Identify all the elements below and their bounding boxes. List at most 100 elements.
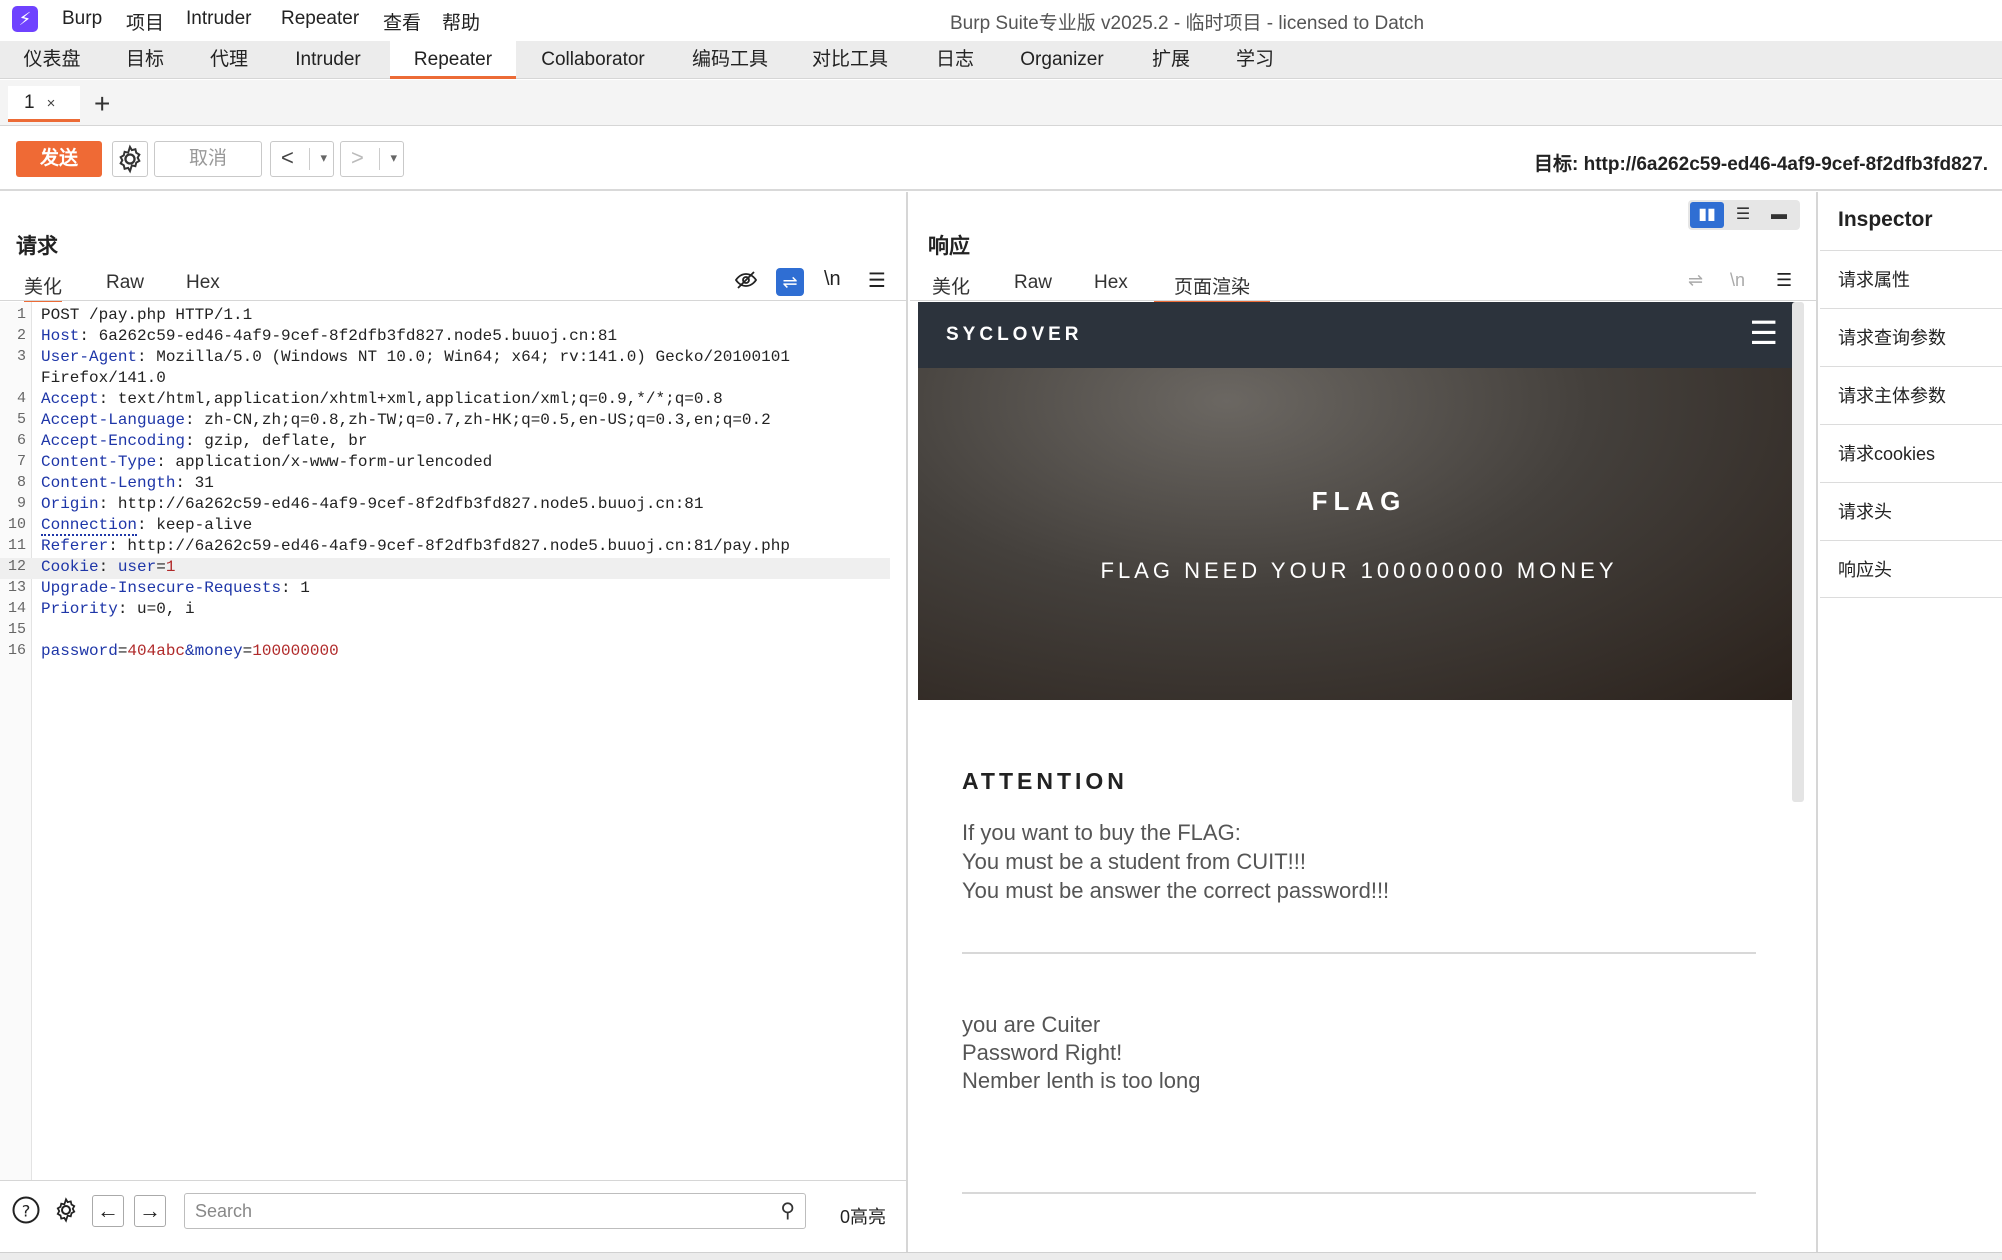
tab-repeater[interactable]: Repeater <box>390 41 516 79</box>
line-number: 5 <box>16 411 26 428</box>
inspector-body-params[interactable]: 请求主体参数 <box>1820 366 2002 424</box>
request-line[interactable]: 7 Content-Type: application/x-www-form-ur… <box>0 453 890 474</box>
inspector-request-headers[interactable]: 请求头 <box>1820 482 2002 540</box>
request-line[interactable]: 10 Connection: keep-alive <box>0 516 890 537</box>
header-name: Accept <box>41 390 99 408</box>
header-name: Accept-Encoding <box>41 432 186 450</box>
divider <box>962 952 1756 954</box>
request-line[interactable]: 1 POST /pay.php HTTP/1.1 <box>0 306 890 327</box>
body-param-eq: = <box>117 642 128 660</box>
help-icon[interactable]: ? <box>10 1195 42 1227</box>
title-bar: ⚡ Burp 项目 Intruder Repeater 查看 帮助 Burp S… <box>0 0 2002 39</box>
menu-project[interactable]: 项目 <box>126 8 164 35</box>
cookie-eq: = <box>156 558 166 576</box>
newline-icon[interactable]: \n <box>1730 270 1745 291</box>
gear-icon[interactable] <box>50 1195 82 1227</box>
tab-extensions[interactable]: 扩展 <box>1136 41 1206 79</box>
close-icon[interactable]: × <box>47 95 56 112</box>
settings-button[interactable] <box>112 141 148 177</box>
tab-comparer[interactable]: 对比工具 <box>800 41 900 79</box>
chevron-right-icon: > <box>351 145 364 170</box>
hamburger-icon[interactable]: ☰ <box>868 268 886 293</box>
request-line[interactable]: 12 Cookie: user=1 <box>0 558 890 579</box>
menu-help[interactable]: 帮助 <box>442 8 480 35</box>
single-pane-icon[interactable]: ▬ <box>1762 202 1796 228</box>
newline-icon[interactable]: \n <box>824 268 841 291</box>
menu-repeater[interactable]: Repeater <box>281 8 359 30</box>
line-number: 9 <box>16 495 26 512</box>
request-line[interactable]: 16 password=404abc&money=100000000 <box>0 642 890 663</box>
tab-organizer[interactable]: Organizer <box>1006 41 1118 79</box>
header-value: 6a262c59-ed46-4af9-9cef-8f2dfb3fd827.nod… <box>98 327 618 345</box>
menu-intruder[interactable]: Intruder <box>186 8 251 30</box>
menu-view[interactable]: 查看 <box>383 8 421 35</box>
line-content: User-Agent: Mozilla/5.0 (Windows NT 10.0… <box>41 348 790 366</box>
forward-button[interactable]: > ▾ <box>340 141 404 177</box>
request-line[interactable]: 15 <box>0 621 890 642</box>
chevron-down-icon[interactable]: ▾ <box>320 142 327 174</box>
arrow-right-icon[interactable]: → <box>134 1195 166 1227</box>
request-editor[interactable]: 1 POST /pay.php HTTP/1.1 2 Host: 6a262c59-e… <box>0 302 906 1180</box>
tab-learn[interactable]: 学习 <box>1220 41 1290 79</box>
tab-logger[interactable]: 日志 <box>920 41 990 79</box>
repeater-tabs: 1 × + <box>0 80 2002 126</box>
header-name: Origin <box>41 495 99 513</box>
cancel-button[interactable]: 取消 <box>154 141 262 177</box>
request-line[interactable]: 4 Accept: text/html,application/xhtml+xml… <box>0 390 890 411</box>
body-text: You must be answer the correct password!… <box>962 878 1390 903</box>
word-wrap-icon[interactable]: ⇌ <box>1688 270 1703 291</box>
request-line[interactable]: 2 Host: 6a262c59-ed46-4af9-9cef-8f2dfb3fd… <box>0 327 890 348</box>
request-line[interactable]: 9 Origin: http://6a262c59-ed46-4af9-9cef-… <box>0 495 890 516</box>
hamburger-icon[interactable]: ☰ <box>1749 314 1778 352</box>
inspector-response-headers[interactable]: 响应头 <box>1820 540 2002 598</box>
body-text: You must be a student from CUIT!!! <box>962 849 1307 874</box>
site-brand[interactable]: SYCLOVER <box>946 324 1083 346</box>
line-number: 10 <box>7 516 26 533</box>
request-line[interactable]: 14 Priority: u=0, i <box>0 600 890 621</box>
request-footer: ? ← → Search ⚲ 0高亮 <box>0 1180 906 1244</box>
scrollbar[interactable] <box>1792 302 1804 802</box>
search-icon[interactable]: ⚲ <box>780 1194 795 1228</box>
target-url[interactable]: 目标: http://6a262c59-ed46-4af9-9cef-8f2df… <box>1534 149 1988 176</box>
line-content: Cookie: user=1 <box>41 558 175 576</box>
request-line[interactable]: 6 Accept-Encoding: gzip, deflate, br <box>0 432 890 453</box>
line-number: 7 <box>16 453 26 470</box>
tab-proxy[interactable]: 代理 <box>194 41 264 79</box>
request-line[interactable]: 8 Content-Length: 31 <box>0 474 890 495</box>
line-number: 2 <box>16 327 26 344</box>
window-title: Burp Suite专业版 v2025.2 - 临时项目 - licensed … <box>950 13 1425 34</box>
request-line[interactable]: 11 Referer: http://6a262c59-ed46-4af9-9ce… <box>0 537 890 558</box>
inspector-request-attributes[interactable]: 请求属性 <box>1820 250 2002 308</box>
send-button[interactable]: 发送 <box>16 141 102 177</box>
split-vertical-icon[interactable]: ☰ <box>1726 202 1760 228</box>
tab-intruder[interactable]: Intruder <box>282 41 374 79</box>
repeater-tab-1[interactable]: 1 × <box>8 86 80 122</box>
header-name: Cookie <box>41 558 99 576</box>
request-line[interactable]: 3 User-Agent: Mozilla/5.0 (Windows NT 10.… <box>0 348 890 369</box>
gear-icon <box>119 144 141 174</box>
arrow-left-icon[interactable]: ← <box>92 1195 124 1227</box>
request-line[interactable]: 5 Accept-Language: zh-CN,zh;q=0.8,zh-TW;q… <box>0 411 890 432</box>
menu-burp[interactable]: Burp <box>62 8 102 30</box>
split-horizontal-icon[interactable]: ▮▮ <box>1690 202 1724 228</box>
tab-dashboard[interactable]: 仪表盘 <box>10 41 94 79</box>
tab-target[interactable]: 目标 <box>110 41 180 79</box>
line-content: Accept-Encoding: gzip, deflate, br <box>41 432 367 450</box>
request-line[interactable]: 13 Upgrade-Insecure-Requests: 1 <box>0 579 890 600</box>
cookie-value: 1 <box>165 558 176 576</box>
inspector-cookies[interactable]: 请求cookies <box>1820 424 2002 482</box>
chevron-down-icon[interactable]: ▾ <box>390 142 397 174</box>
header-name: Content-Length <box>41 474 176 492</box>
add-tab-icon[interactable]: + <box>94 88 110 120</box>
search-input[interactable]: Search ⚲ <box>184 1193 806 1229</box>
back-button[interactable]: < ▾ <box>270 141 334 177</box>
attention-heading: ATTENTION <box>962 768 1128 794</box>
tab-collaborator[interactable]: Collaborator <box>528 41 658 79</box>
tab-decoder[interactable]: 编码工具 <box>680 41 780 79</box>
eye-off-icon[interactable] <box>734 268 758 298</box>
hamburger-icon[interactable]: ☰ <box>1776 270 1792 291</box>
chevron-left-icon: < <box>281 145 294 170</box>
inspector-query-params[interactable]: 请求查询参数 <box>1820 308 2002 366</box>
request-line[interactable]: Firefox/141.0 <box>0 369 890 390</box>
word-wrap-icon[interactable]: ⇌ <box>776 268 804 296</box>
